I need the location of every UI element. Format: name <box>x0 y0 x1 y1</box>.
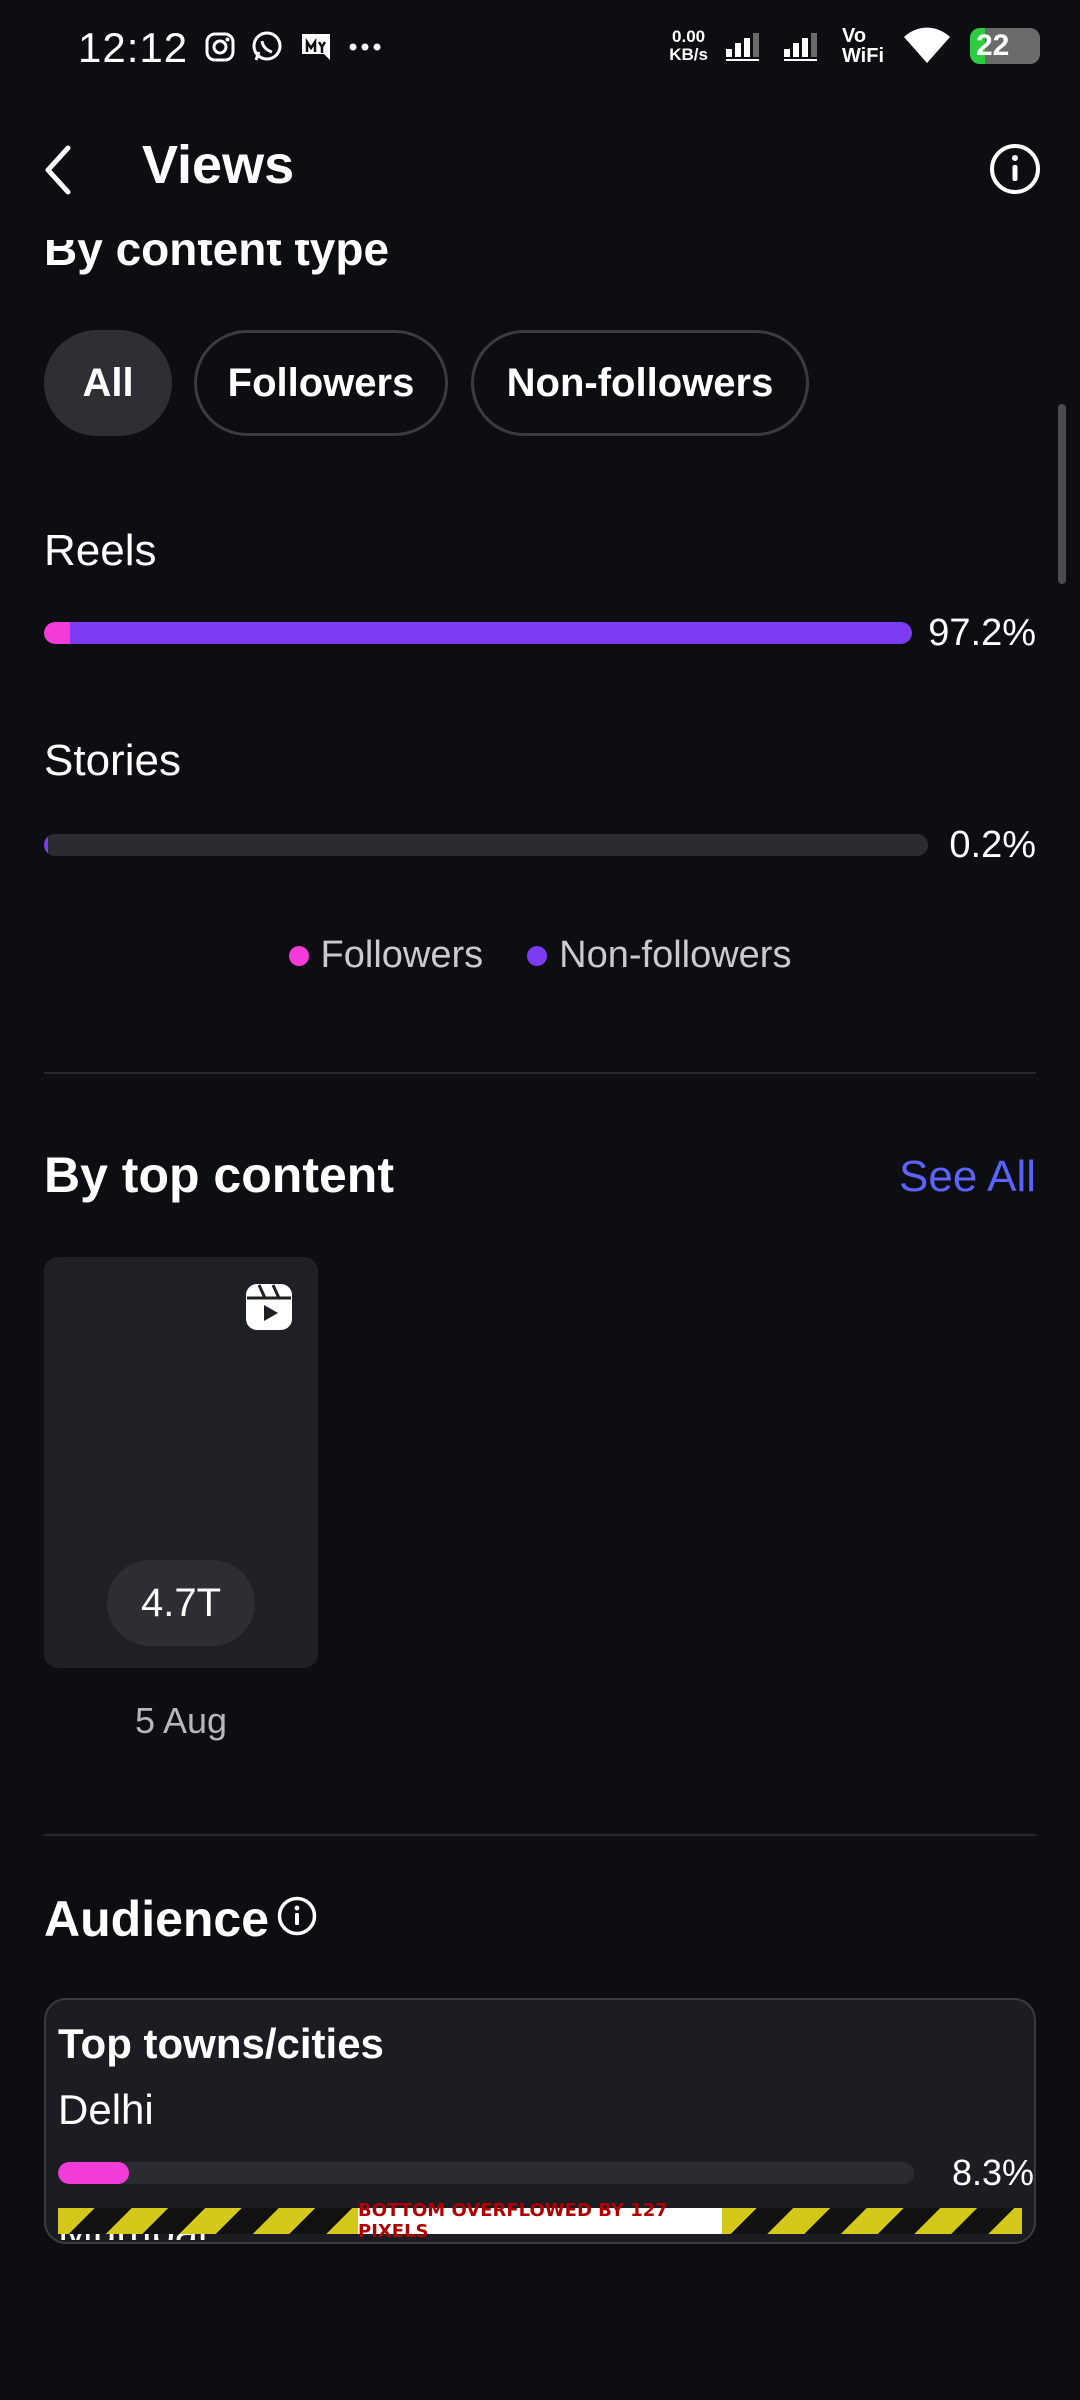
more-notifications-icon <box>349 43 381 51</box>
city-name-delhi: Delhi <box>58 2086 154 2133</box>
status-system-icons: 0.00 KB/s Vo WiFi 22 <box>669 26 1040 66</box>
city-pct-delhi: 8.3% <box>951 2152 1034 2193</box>
filter-chip-followers[interactable]: Followers <box>194 330 448 436</box>
pct-stories: 0.2% <box>949 824 1036 866</box>
bar-stories-non-followers <box>44 834 49 856</box>
bar-stories <box>44 834 928 856</box>
top-cities-title: Top towns/cities <box>58 2020 384 2067</box>
pct-reels: 97.2% <box>928 612 1036 654</box>
network-speed-unit: KB/s <box>669 45 708 64</box>
back-arrow-icon[interactable] <box>38 140 78 200</box>
row-label-stories: Stories <box>44 736 181 785</box>
legend: Followers Non-followers <box>0 934 1080 977</box>
page-title: Views <box>142 135 295 195</box>
section-title-top-content: By top content <box>44 1147 394 1203</box>
legend-label-non-followers: Non-followers <box>559 934 792 976</box>
battery-level: 22 <box>976 29 1010 62</box>
row-label-reels: Reels <box>44 526 157 575</box>
section-title-audience: Audience <box>44 1891 270 1947</box>
see-all-link[interactable]: See All <box>899 1152 1036 1202</box>
network-speed: 0.00 KB/s <box>669 28 708 64</box>
filter-chip-non-followers[interactable]: Non-followers <box>471 330 809 436</box>
signal-icon <box>725 33 759 61</box>
bar-reels <box>44 622 912 644</box>
bar-reels-non-followers <box>70 622 912 644</box>
battery-icon: 22 <box>970 28 1040 64</box>
legend-label-followers: Followers <box>320 934 484 976</box>
vowifi-top: Vo <box>841 25 867 47</box>
city-bar-delhi <box>58 2162 914 2184</box>
status-time: 12:12 <box>78 24 189 71</box>
section-title-content-type: By content type <box>44 223 390 275</box>
reel-icon <box>246 1284 292 1330</box>
overflow-warning-text: BOTTOM OVERFLOWED BY 127 PIXELS <box>358 2200 722 2242</box>
whatsapp-icon <box>252 31 282 61</box>
divider <box>44 1072 1036 1074</box>
network-speed-value: 0.00 <box>672 27 706 46</box>
bar-reels-followers <box>44 622 71 644</box>
myntra-icon <box>302 34 330 60</box>
scrollbar[interactable] <box>1058 404 1066 584</box>
top-content-views: 4.7T <box>107 1560 255 1646</box>
city-bar-delhi-fill <box>58 2162 130 2184</box>
legend-dot-non-followers <box>527 945 548 966</box>
status-notification-icons <box>204 30 382 64</box>
vowifi-bottom: WiFi <box>841 45 884 67</box>
vowifi-indicator: Vo WiFi <box>842 26 884 66</box>
legend-followers: Followers <box>288 934 484 977</box>
legend-non-followers: Non-followers <box>527 934 791 977</box>
instagram-icon <box>205 32 235 62</box>
legend-dot-followers <box>288 945 309 966</box>
wifi-icon <box>904 27 950 63</box>
signal-icon-2 <box>783 33 817 61</box>
audience-info-icon[interactable] <box>276 1895 318 1937</box>
filter-chip-all[interactable]: All <box>44 330 172 436</box>
divider-2 <box>44 1834 1036 1836</box>
info-icon[interactable] <box>988 142 1042 196</box>
top-content-date: 5 Aug <box>134 1700 228 1741</box>
